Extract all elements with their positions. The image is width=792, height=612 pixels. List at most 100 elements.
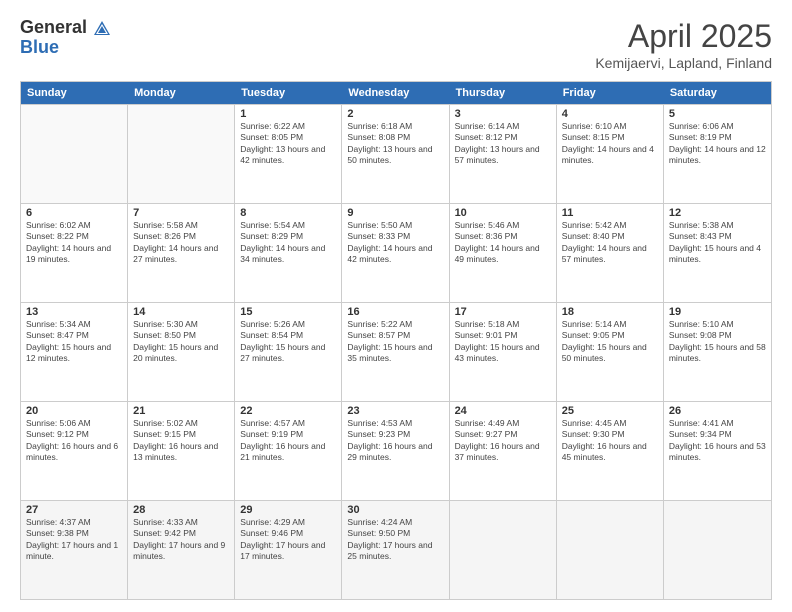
cell-content: Sunrise: 6:10 AMSunset: 8:15 PMDaylight:… [562, 121, 658, 167]
cell-content: Sunrise: 6:14 AMSunset: 8:12 PMDaylight:… [455, 121, 551, 167]
cell-content: Sunrise: 5:42 AMSunset: 8:40 PMDaylight:… [562, 220, 658, 266]
day-number: 16 [347, 306, 443, 318]
calendar-cell [664, 501, 771, 599]
cell-content: Sunrise: 4:37 AMSunset: 9:38 PMDaylight:… [26, 517, 122, 563]
calendar-cell: 6Sunrise: 6:02 AMSunset: 8:22 PMDaylight… [21, 204, 128, 302]
calendar-cell: 7Sunrise: 5:58 AMSunset: 8:26 PMDaylight… [128, 204, 235, 302]
header-thursday: Thursday [450, 82, 557, 104]
day-number: 3 [455, 108, 551, 120]
calendar-cell: 23Sunrise: 4:53 AMSunset: 9:23 PMDayligh… [342, 402, 449, 500]
calendar-cell: 28Sunrise: 4:33 AMSunset: 9:42 PMDayligh… [128, 501, 235, 599]
calendar-cell: 18Sunrise: 5:14 AMSunset: 9:05 PMDayligh… [557, 303, 664, 401]
day-number: 15 [240, 306, 336, 318]
header-saturday: Saturday [664, 82, 771, 104]
calendar-cell: 15Sunrise: 5:26 AMSunset: 8:54 PMDayligh… [235, 303, 342, 401]
cell-content: Sunrise: 5:14 AMSunset: 9:05 PMDaylight:… [562, 319, 658, 365]
header-monday: Monday [128, 82, 235, 104]
cell-content: Sunrise: 5:50 AMSunset: 8:33 PMDaylight:… [347, 220, 443, 266]
day-number: 24 [455, 405, 551, 417]
cell-content: Sunrise: 4:33 AMSunset: 9:42 PMDaylight:… [133, 517, 229, 563]
cell-content: Sunrise: 6:06 AMSunset: 8:19 PMDaylight:… [669, 121, 766, 167]
cell-content: Sunrise: 4:29 AMSunset: 9:46 PMDaylight:… [240, 517, 336, 563]
day-number: 12 [669, 207, 766, 219]
calendar-cell: 22Sunrise: 4:57 AMSunset: 9:19 PMDayligh… [235, 402, 342, 500]
cell-content: Sunrise: 5:58 AMSunset: 8:26 PMDaylight:… [133, 220, 229, 266]
day-number: 9 [347, 207, 443, 219]
day-number: 1 [240, 108, 336, 120]
calendar-cell: 8Sunrise: 5:54 AMSunset: 8:29 PMDaylight… [235, 204, 342, 302]
header-wednesday: Wednesday [342, 82, 449, 104]
day-number: 25 [562, 405, 658, 417]
cell-content: Sunrise: 4:41 AMSunset: 9:34 PMDaylight:… [669, 418, 766, 464]
month-title: April 2025 [595, 18, 772, 55]
cell-content: Sunrise: 5:18 AMSunset: 9:01 PMDaylight:… [455, 319, 551, 365]
logo-icon [93, 19, 111, 37]
day-number: 20 [26, 405, 122, 417]
day-number: 11 [562, 207, 658, 219]
header: General Blue April 2025 Kemijaervi, Lapl… [20, 18, 772, 71]
calendar-cell [557, 501, 664, 599]
calendar-week-4: 20Sunrise: 5:06 AMSunset: 9:12 PMDayligh… [21, 401, 771, 500]
calendar-cell: 2Sunrise: 6:18 AMSunset: 8:08 PMDaylight… [342, 105, 449, 203]
day-number: 14 [133, 306, 229, 318]
cell-content: Sunrise: 4:57 AMSunset: 9:19 PMDaylight:… [240, 418, 336, 464]
day-number: 8 [240, 207, 336, 219]
day-number: 21 [133, 405, 229, 417]
cell-content: Sunrise: 5:22 AMSunset: 8:57 PMDaylight:… [347, 319, 443, 365]
calendar-cell: 3Sunrise: 6:14 AMSunset: 8:12 PMDaylight… [450, 105, 557, 203]
cell-content: Sunrise: 5:34 AMSunset: 8:47 PMDaylight:… [26, 319, 122, 365]
day-number: 7 [133, 207, 229, 219]
calendar-cell: 21Sunrise: 5:02 AMSunset: 9:15 PMDayligh… [128, 402, 235, 500]
calendar-week-2: 6Sunrise: 6:02 AMSunset: 8:22 PMDaylight… [21, 203, 771, 302]
calendar: Sunday Monday Tuesday Wednesday Thursday… [20, 81, 772, 600]
cell-content: Sunrise: 6:22 AMSunset: 8:05 PMDaylight:… [240, 121, 336, 167]
calendar-cell: 14Sunrise: 5:30 AMSunset: 8:50 PMDayligh… [128, 303, 235, 401]
title-block: April 2025 Kemijaervi, Lapland, Finland [595, 18, 772, 71]
cell-content: Sunrise: 5:46 AMSunset: 8:36 PMDaylight:… [455, 220, 551, 266]
calendar-cell: 29Sunrise: 4:29 AMSunset: 9:46 PMDayligh… [235, 501, 342, 599]
calendar-body: 1Sunrise: 6:22 AMSunset: 8:05 PMDaylight… [21, 104, 771, 599]
day-number: 26 [669, 405, 766, 417]
day-number: 18 [562, 306, 658, 318]
day-number: 19 [669, 306, 766, 318]
day-number: 23 [347, 405, 443, 417]
calendar-cell [128, 105, 235, 203]
calendar-cell: 9Sunrise: 5:50 AMSunset: 8:33 PMDaylight… [342, 204, 449, 302]
day-number: 2 [347, 108, 443, 120]
calendar-week-1: 1Sunrise: 6:22 AMSunset: 8:05 PMDaylight… [21, 104, 771, 203]
calendar-cell: 16Sunrise: 5:22 AMSunset: 8:57 PMDayligh… [342, 303, 449, 401]
page: General Blue April 2025 Kemijaervi, Lapl… [0, 0, 792, 612]
calendar-cell: 20Sunrise: 5:06 AMSunset: 9:12 PMDayligh… [21, 402, 128, 500]
location-title: Kemijaervi, Lapland, Finland [595, 55, 772, 71]
cell-content: Sunrise: 5:10 AMSunset: 9:08 PMDaylight:… [669, 319, 766, 365]
logo-general: General [20, 18, 111, 38]
calendar-cell: 19Sunrise: 5:10 AMSunset: 9:08 PMDayligh… [664, 303, 771, 401]
cell-content: Sunrise: 5:06 AMSunset: 9:12 PMDaylight:… [26, 418, 122, 464]
calendar-cell: 25Sunrise: 4:45 AMSunset: 9:30 PMDayligh… [557, 402, 664, 500]
header-sunday: Sunday [21, 82, 128, 104]
cell-content: Sunrise: 5:02 AMSunset: 9:15 PMDaylight:… [133, 418, 229, 464]
cell-content: Sunrise: 4:45 AMSunset: 9:30 PMDaylight:… [562, 418, 658, 464]
calendar-cell: 10Sunrise: 5:46 AMSunset: 8:36 PMDayligh… [450, 204, 557, 302]
day-number: 5 [669, 108, 766, 120]
day-number: 17 [455, 306, 551, 318]
day-number: 10 [455, 207, 551, 219]
cell-content: Sunrise: 6:18 AMSunset: 8:08 PMDaylight:… [347, 121, 443, 167]
calendar-cell: 13Sunrise: 5:34 AMSunset: 8:47 PMDayligh… [21, 303, 128, 401]
cell-content: Sunrise: 4:24 AMSunset: 9:50 PMDaylight:… [347, 517, 443, 563]
day-number: 27 [26, 504, 122, 516]
header-tuesday: Tuesday [235, 82, 342, 104]
calendar-cell: 27Sunrise: 4:37 AMSunset: 9:38 PMDayligh… [21, 501, 128, 599]
calendar-week-3: 13Sunrise: 5:34 AMSunset: 8:47 PMDayligh… [21, 302, 771, 401]
cell-content: Sunrise: 5:30 AMSunset: 8:50 PMDaylight:… [133, 319, 229, 365]
calendar-cell: 11Sunrise: 5:42 AMSunset: 8:40 PMDayligh… [557, 204, 664, 302]
calendar-cell: 26Sunrise: 4:41 AMSunset: 9:34 PMDayligh… [664, 402, 771, 500]
cell-content: Sunrise: 5:38 AMSunset: 8:43 PMDaylight:… [669, 220, 766, 266]
cell-content: Sunrise: 5:26 AMSunset: 8:54 PMDaylight:… [240, 319, 336, 365]
day-number: 30 [347, 504, 443, 516]
calendar-cell: 4Sunrise: 6:10 AMSunset: 8:15 PMDaylight… [557, 105, 664, 203]
calendar-cell: 12Sunrise: 5:38 AMSunset: 8:43 PMDayligh… [664, 204, 771, 302]
calendar-cell: 30Sunrise: 4:24 AMSunset: 9:50 PMDayligh… [342, 501, 449, 599]
logo-blue-text: Blue [20, 38, 111, 58]
calendar-cell: 5Sunrise: 6:06 AMSunset: 8:19 PMDaylight… [664, 105, 771, 203]
